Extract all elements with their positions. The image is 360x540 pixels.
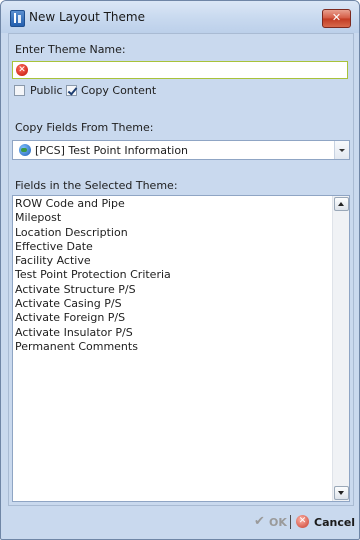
list-item[interactable]: ROW Code and Pipe — [13, 197, 333, 211]
list-item[interactable]: Milepost — [13, 211, 333, 225]
scroll-up-icon[interactable] — [334, 197, 349, 211]
list-item[interactable]: Activate Foreign P/S — [13, 311, 333, 325]
dialog-window: New Layout Theme ✕ Enter Theme Name: ✕ P… — [0, 0, 360, 540]
public-checkbox[interactable] — [14, 85, 25, 96]
copy-content-checkbox[interactable] — [66, 85, 77, 96]
button-separator — [290, 515, 291, 529]
copy-fields-selected-value: [PCS] Test Point Information — [35, 144, 189, 157]
close-button[interactable]: ✕ — [322, 9, 351, 28]
title-bar[interactable]: New Layout Theme ✕ — [1, 1, 359, 33]
dialog-body: Enter Theme Name: ✕ Public Copy Content … — [8, 33, 354, 506]
fields-list: ROW Code and Pipe Milepost Location Descri… — [13, 197, 333, 354]
list-item[interactable]: Facility Active — [13, 254, 333, 268]
theme-name-input[interactable]: ✕ — [12, 61, 348, 79]
list-item[interactable]: Location Description — [13, 226, 333, 240]
fields-list-label: Fields in the Selected Theme: — [15, 179, 178, 192]
chevron-down-icon[interactable] — [334, 141, 349, 159]
fields-listbox[interactable]: ROW Code and Pipe Milepost Location Descri… — [12, 195, 350, 502]
theme-name-label: Enter Theme Name: — [15, 43, 126, 56]
list-item[interactable]: Activate Casing P/S — [13, 297, 333, 311]
error-icon: ✕ — [16, 64, 28, 76]
list-item[interactable]: Activate Structure P/S — [13, 283, 333, 297]
list-item[interactable]: Test Point Protection Criteria — [13, 268, 333, 282]
list-item[interactable]: Activate Insulator P/S — [13, 326, 333, 340]
list-item[interactable]: Effective Date — [13, 240, 333, 254]
dialog-footer: ✔ OK ✕ Cancel — [1, 505, 359, 539]
globe-icon — [19, 144, 31, 156]
public-label[interactable]: Public — [30, 84, 63, 97]
copy-fields-label: Copy Fields From Theme: — [15, 121, 154, 134]
list-item[interactable]: Permanent Comments — [13, 340, 333, 354]
checkmark-icon: ✔ — [254, 514, 265, 529]
close-icon: ✕ — [331, 11, 342, 24]
copy-content-label[interactable]: Copy Content — [81, 84, 156, 97]
cancel-icon: ✕ — [296, 515, 309, 528]
copy-fields-select[interactable]: [PCS] Test Point Information — [12, 140, 350, 160]
scroll-down-icon[interactable] — [334, 486, 349, 500]
vertical-scrollbar[interactable] — [332, 196, 349, 501]
window-title: New Layout Theme — [29, 10, 145, 24]
app-icon — [10, 10, 25, 27]
ok-label: OK — [269, 516, 287, 529]
cancel-label: Cancel — [314, 516, 356, 529]
